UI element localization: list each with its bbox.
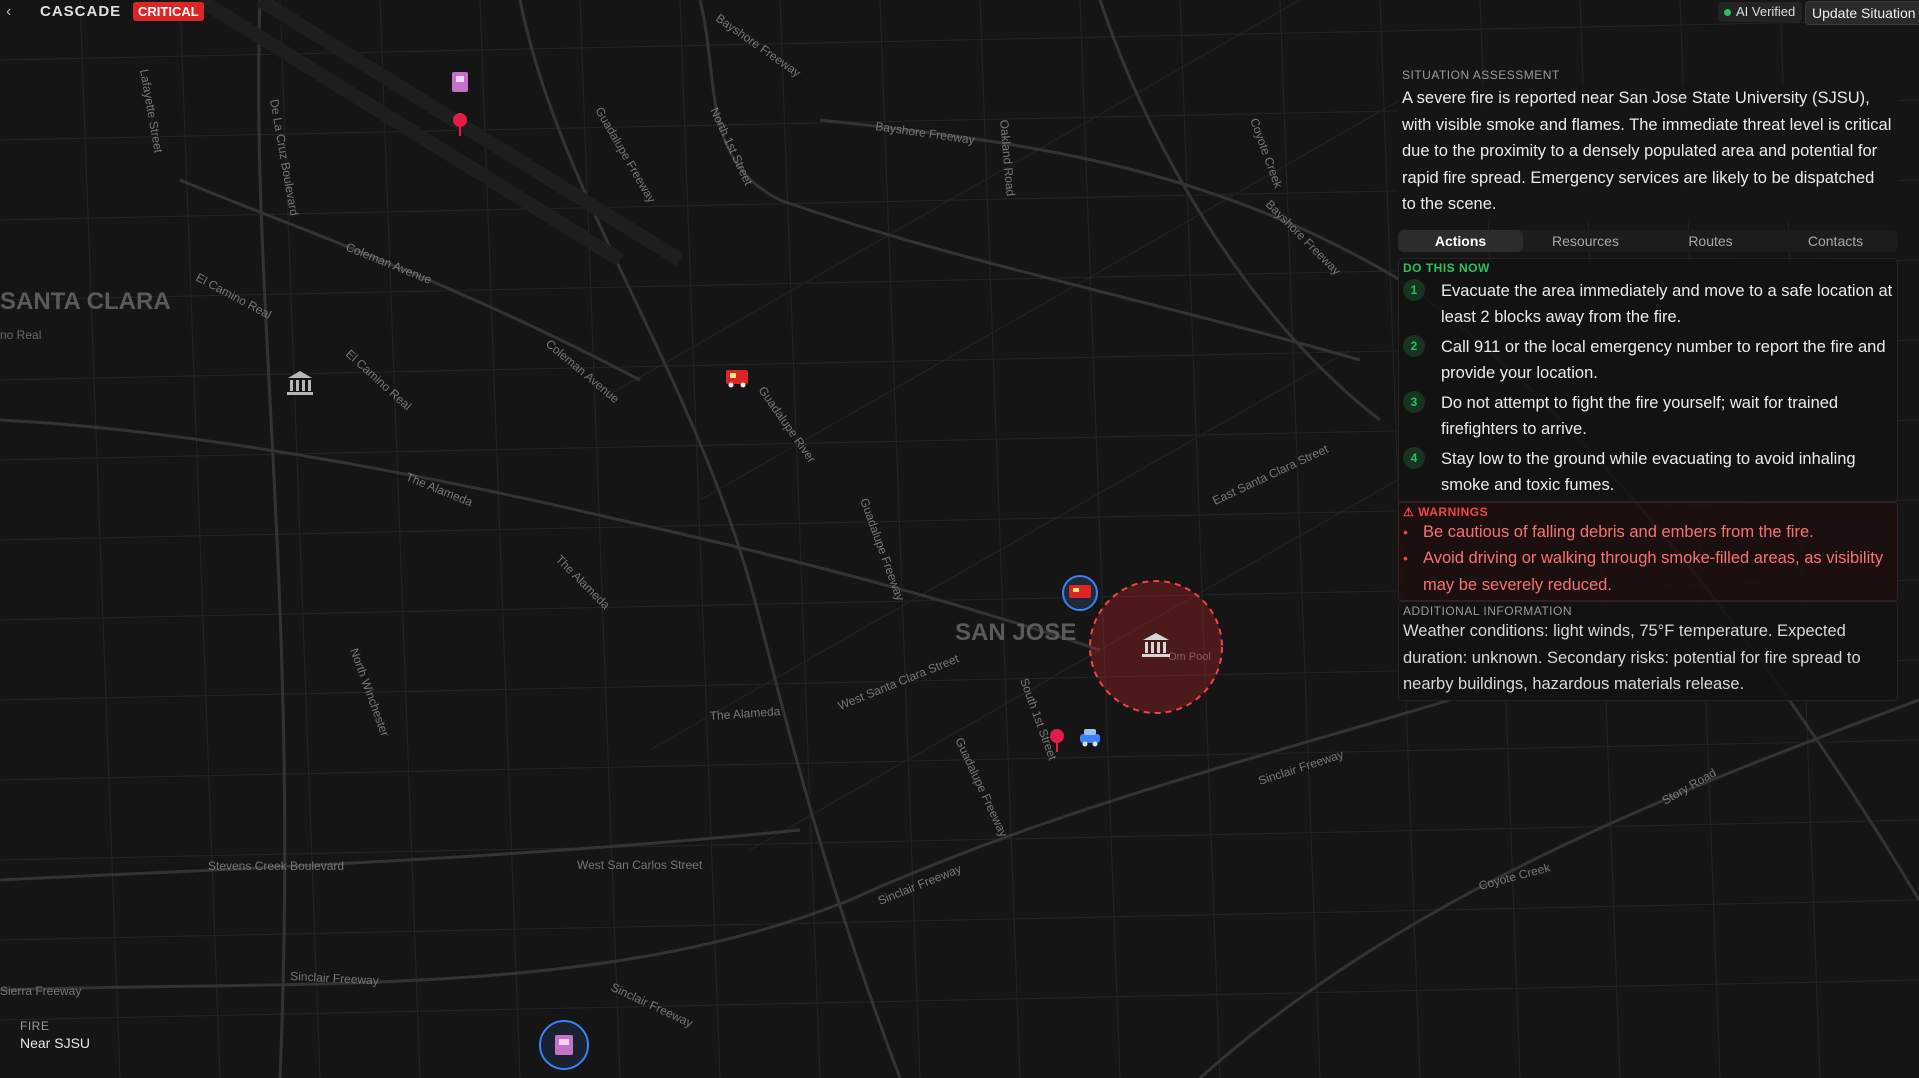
action-number: 4 [1403, 446, 1425, 469]
action-item: 4 Stay low to the ground while evacuatin… [1403, 446, 1893, 499]
warnings-title: ⚠ WARNINGS [1403, 504, 1489, 519]
map-label-west-san-carlos: West San Carlos Street [577, 858, 703, 872]
bullet-icon: • [1403, 523, 1408, 540]
chevron-left-icon[interactable]: ‹ [6, 3, 20, 21]
warning-text: Avoid driving or walking through smoke-f… [1423, 549, 1884, 594]
map-label-san-jose: SAN JOSE [955, 619, 1076, 646]
hospital-marker[interactable] [452, 72, 468, 92]
tab-resources[interactable]: Resources [1523, 230, 1648, 252]
warning-item: • Avoid driving or walking through smoke… [1403, 545, 1893, 598]
additional-info-card: ADDITIONAL INFORMATION Weather condition… [1398, 601, 1898, 701]
action-number: 2 [1403, 334, 1425, 357]
situation-panel: SITUATION ASSESSMENT A severe fire is re… [1398, 68, 1898, 701]
top-bar: ‹ CASCADE CRITICAL AI Verified Update Si… [0, 0, 1919, 25]
map-label-pool: Om Pool [1168, 651, 1211, 663]
warning-text: Be cautious of falling debris and embers… [1423, 522, 1814, 541]
incident-type: FIRE [20, 1019, 50, 1033]
fire-truck-unit-marker[interactable] [1062, 575, 1098, 611]
map-label-stevens-creek: Stevens Creek Boulevard [208, 859, 344, 873]
incident-location: Near SJSU [20, 1035, 91, 1051]
incident-radius[interactable] [1089, 580, 1223, 714]
action-number: 1 [1403, 278, 1425, 301]
action-item: 3 Do not attempt to fight the fire yours… [1403, 390, 1893, 443]
action-item: 2 Call 911 or the local emergency number… [1403, 334, 1893, 387]
tab-contacts[interactable]: Contacts [1773, 230, 1898, 252]
action-text: Do not attempt to fight the fire yoursel… [1441, 393, 1839, 439]
incident-label: FIRE Near SJSU [20, 1019, 90, 1051]
do-this-now-title: DO THIS NOW [1403, 260, 1490, 275]
assessment-text: A severe fire is reported near San Jose … [1398, 85, 1898, 222]
action-text: Stay low to the ground while evacuating … [1441, 449, 1856, 495]
map-label-no-real: no Real [0, 328, 41, 342]
map-label-santa-clara: SANTA CLARA [0, 288, 171, 315]
tab-actions[interactable]: Actions [1398, 229, 1523, 252]
warning-item: • Be cautious of falling debris and embe… [1403, 519, 1893, 546]
additional-info-title: ADDITIONAL INFORMATION [1403, 604, 1573, 618]
ai-verified-badge: AI Verified [1718, 2, 1803, 22]
warnings-card: ⚠ WARNINGS • Be cautious of falling debr… [1398, 501, 1898, 601]
action-number: 3 [1403, 390, 1425, 413]
status-dot-icon [1724, 9, 1731, 16]
update-situation-button[interactable]: Update Situation [1805, 1, 1919, 25]
panel-tabs: Actions Resources Routes Contacts [1398, 229, 1898, 252]
action-text: Call 911 or the local emergency number t… [1441, 337, 1886, 383]
additional-info-text: Weather conditions: light winds, 75°F te… [1403, 622, 1861, 693]
action-item: 1 Evacuate the area immediately and move… [1403, 278, 1893, 331]
ai-verified-label: AI Verified [1736, 4, 1796, 19]
do-this-now-card: DO THIS NOW 1 Evacuate the area immediat… [1398, 257, 1898, 502]
bullet-icon: • [1403, 550, 1408, 566]
map-label-sierra-freeway: Sierra Freeway [0, 984, 81, 998]
assessment-title: SITUATION ASSESSMENT [1402, 68, 1560, 82]
action-text: Evacuate the area immediately and move t… [1441, 281, 1893, 327]
app-name: CASCADE [40, 3, 122, 20]
tab-routes[interactable]: Routes [1648, 230, 1773, 252]
severity-badge: CRITICAL [133, 2, 204, 21]
hospital-unit-marker[interactable] [539, 1020, 589, 1070]
